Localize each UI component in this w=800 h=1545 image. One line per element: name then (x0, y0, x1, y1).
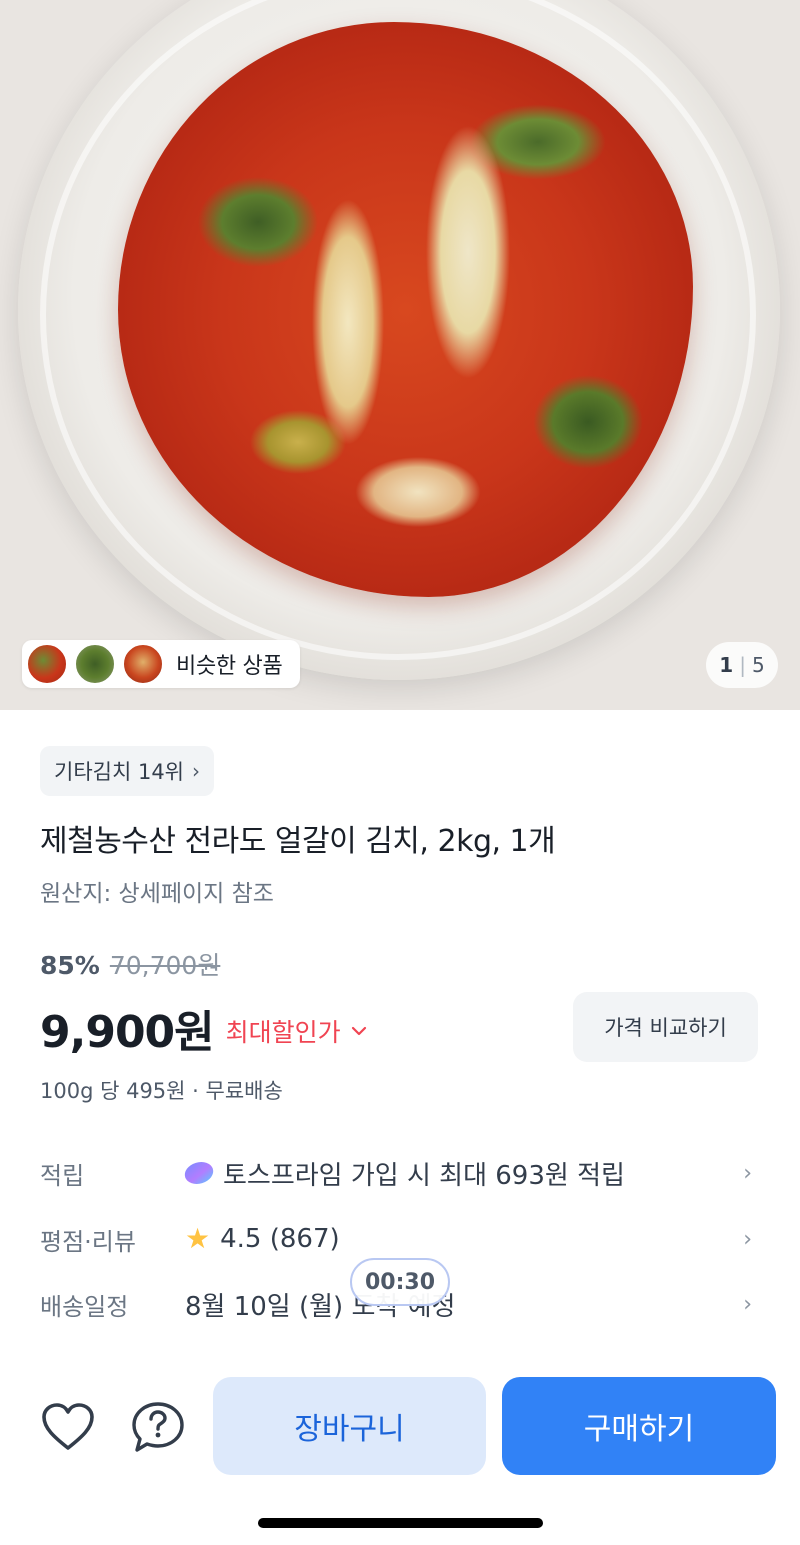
similar-thumb-2 (74, 643, 116, 685)
info-row-rating[interactable]: 평점·리뷰 ★ 4.5 (867) › (40, 1214, 760, 1264)
price-row: 9,900원 최대할인가 (40, 996, 367, 1060)
max-discount-toggle[interactable]: 최대할인가 (226, 1013, 367, 1049)
sale-price: 9,900원 (40, 1007, 215, 1058)
unit-price-shipping: 100g 당 495원 · 무료배송 (40, 1079, 283, 1103)
buy-now-button[interactable]: 구매하기 (502, 1377, 776, 1475)
similar-products-chip[interactable]: 비슷한 상품 (22, 640, 300, 688)
rating-value: 4.5 (867) (220, 1224, 340, 1254)
category-rank-chip[interactable]: 기타김치 14위 › (40, 746, 214, 796)
home-indicator[interactable] (258, 1518, 543, 1528)
similar-thumb-3 (122, 643, 164, 685)
current-page: 1 (719, 653, 734, 677)
similar-products-label: 비슷한 상품 (176, 654, 283, 679)
image-page-indicator: 1 | 5 (706, 642, 778, 688)
product-origin: 원산지: 상세페이지 참조 (40, 881, 274, 907)
timer-badge: 00:30 (350, 1258, 450, 1306)
toss-prime-icon (182, 1162, 216, 1184)
chevron-right-icon: › (743, 1226, 752, 1252)
add-to-cart-button[interactable]: 장바구니 (213, 1377, 486, 1475)
discount-row: 85% 70,700원 (40, 946, 220, 982)
points-value: 토스프라임 가입 시 최대 693원 적립 (223, 1160, 625, 1191)
heart-icon (42, 1403, 94, 1450)
price-compare-button[interactable]: 가격 비교하기 (573, 992, 758, 1062)
product-title: 제철농수산 전라도 얼갈이 김치, 2kg, 1개 (40, 824, 556, 859)
chevron-right-icon: › (743, 1160, 752, 1186)
rating-label: 평점·리뷰 (40, 1227, 136, 1256)
max-discount-label: 최대할인가 (225, 1018, 341, 1047)
wishlist-button[interactable] (38, 1398, 98, 1456)
info-row-points[interactable]: 적립 토스프라임 가입 시 최대 693원 적립 › (40, 1148, 760, 1198)
rank-label: 기타김치 14위 (54, 760, 184, 784)
star-icon: ★ (185, 1222, 211, 1255)
inquiry-button[interactable] (128, 1398, 188, 1456)
points-label: 적립 (40, 1161, 85, 1190)
total-pages: 5 (751, 653, 765, 677)
chevron-down-icon (351, 1026, 366, 1036)
original-price: 70,700원 (109, 951, 221, 980)
product-image-gallery[interactable]: 비슷한 상품 1 | 5 (0, 0, 800, 710)
chevron-right-icon: › (192, 759, 200, 783)
similar-thumb-1 (26, 643, 68, 685)
discount-rate: 85% (40, 951, 100, 980)
delivery-label: 배송일정 (40, 1292, 129, 1321)
product-detail-page: 비슷한 상품 1 | 5 기타김치 14위 › 제철농수산 전라도 얼갈이 김치… (0, 0, 800, 1545)
question-bubble-icon (132, 1402, 184, 1452)
chevron-right-icon: › (743, 1291, 752, 1317)
